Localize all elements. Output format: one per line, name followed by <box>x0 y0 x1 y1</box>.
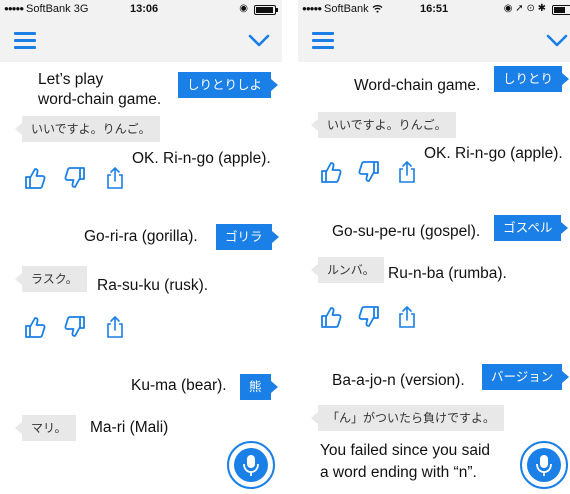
user-message-translation: Go-su-pe-ru (gospel). <box>332 223 481 240</box>
status-time: 16:51 <box>420 3 449 15</box>
menu-icon[interactable] <box>14 32 36 49</box>
signal-strength-icon: ●●●●● <box>302 4 322 13</box>
bot-message-bubble: マリ。 <box>15 415 76 441</box>
user-message-bubble: ゴリラ <box>216 224 278 250</box>
thumbs-up-icon[interactable] <box>24 315 46 339</box>
share-icon[interactable] <box>104 315 126 339</box>
feedback-actions <box>320 160 430 184</box>
feedback-actions <box>24 166 134 190</box>
bot-message-translation: Ru-n-ba (rumba). <box>388 265 507 282</box>
user-message-bubble: しりとりしよ <box>178 72 279 98</box>
thumbs-down-icon[interactable] <box>358 305 380 329</box>
wifi-icon <box>372 5 383 13</box>
thumbs-down-icon[interactable] <box>358 160 380 184</box>
microphone-icon <box>536 455 552 476</box>
chevron-down-icon[interactable] <box>248 33 270 49</box>
microphone-button[interactable] <box>227 441 275 489</box>
share-icon[interactable] <box>396 160 418 184</box>
bot-message-translation: You failed since you said a word ending w… <box>320 442 491 481</box>
microphone-icon <box>243 455 259 476</box>
thumbs-up-icon[interactable] <box>320 305 342 329</box>
thumbs-down-icon[interactable] <box>64 315 86 339</box>
status-indicators: ◉ ➚ ⊙ ✱ <box>503 3 546 14</box>
status-bar: ●●●●● SoftBank 3G 13:06 ◉ <box>0 0 282 20</box>
user-message-bubble: しりとり <box>494 66 570 92</box>
user-message-bubble: ゴスペル <box>494 215 569 241</box>
share-icon[interactable] <box>396 305 418 329</box>
carrier-name: SoftBank 3G <box>26 3 89 15</box>
status-bar: ●●●●● SoftBank 16:51 ◉ ➚ ⊙ ✱ <box>298 0 570 20</box>
carrier-name: SoftBank <box>324 3 383 15</box>
share-icon[interactable] <box>104 166 126 190</box>
battery-icon <box>254 5 278 15</box>
feedback-actions <box>320 305 430 329</box>
signal-strength-icon: ●●●●● <box>4 4 24 13</box>
thumbs-down-icon[interactable] <box>64 166 86 190</box>
user-message-translation: Ba-a-jo-n (version). <box>332 372 465 389</box>
bot-message-translation: OK. Ri-n-go (apple). <box>424 145 563 162</box>
feedback-actions <box>24 315 134 339</box>
menu-icon[interactable] <box>312 32 334 49</box>
bot-message-bubble: ラスク。 <box>15 266 87 292</box>
thumbs-up-icon[interactable] <box>24 166 46 190</box>
bot-message-bubble: いいですよ。りんご。 <box>311 112 456 138</box>
battery-icon <box>552 5 570 15</box>
bot-message-bubble: 「ん」がついたら負けですよ。 <box>310 405 505 431</box>
status-indicators: ◉ <box>239 3 248 14</box>
user-message-bubble: バージョン <box>482 364 570 390</box>
nav-bar <box>298 20 570 62</box>
bot-message-bubble: ルンバ。 <box>311 257 384 283</box>
thumbs-up-icon[interactable] <box>320 160 342 184</box>
phone-screen-right: ●●●●● SoftBank 16:51 ◉ ➚ ⊙ ✱ Word-chain … <box>298 0 570 494</box>
bot-message-translation: Ra-su-ku (rusk). <box>97 277 209 294</box>
bot-message-bubble: いいですよ。りんご。 <box>15 116 160 142</box>
user-message-bubble: 熊 <box>240 374 277 400</box>
bot-message-translation: OK. Ri-n-go (apple). <box>132 150 271 167</box>
bot-message-translation: Ma-ri (Mali) <box>90 419 169 436</box>
nav-bar <box>0 20 282 62</box>
phone-screen-left: ●●●●● SoftBank 3G 13:06 ◉ Let’s play word… <box>0 0 282 494</box>
status-time: 13:06 <box>130 3 159 15</box>
user-message-translation: Ku-ma (bear). <box>131 377 227 394</box>
user-message-translation: Go-ri-ra (gorilla). <box>84 228 198 245</box>
user-message-translation: Word-chain game. <box>354 77 481 94</box>
microphone-button[interactable] <box>520 441 568 489</box>
user-message-translation: Let’s play word-chain game. <box>38 71 162 108</box>
chevron-down-icon[interactable] <box>546 33 568 49</box>
